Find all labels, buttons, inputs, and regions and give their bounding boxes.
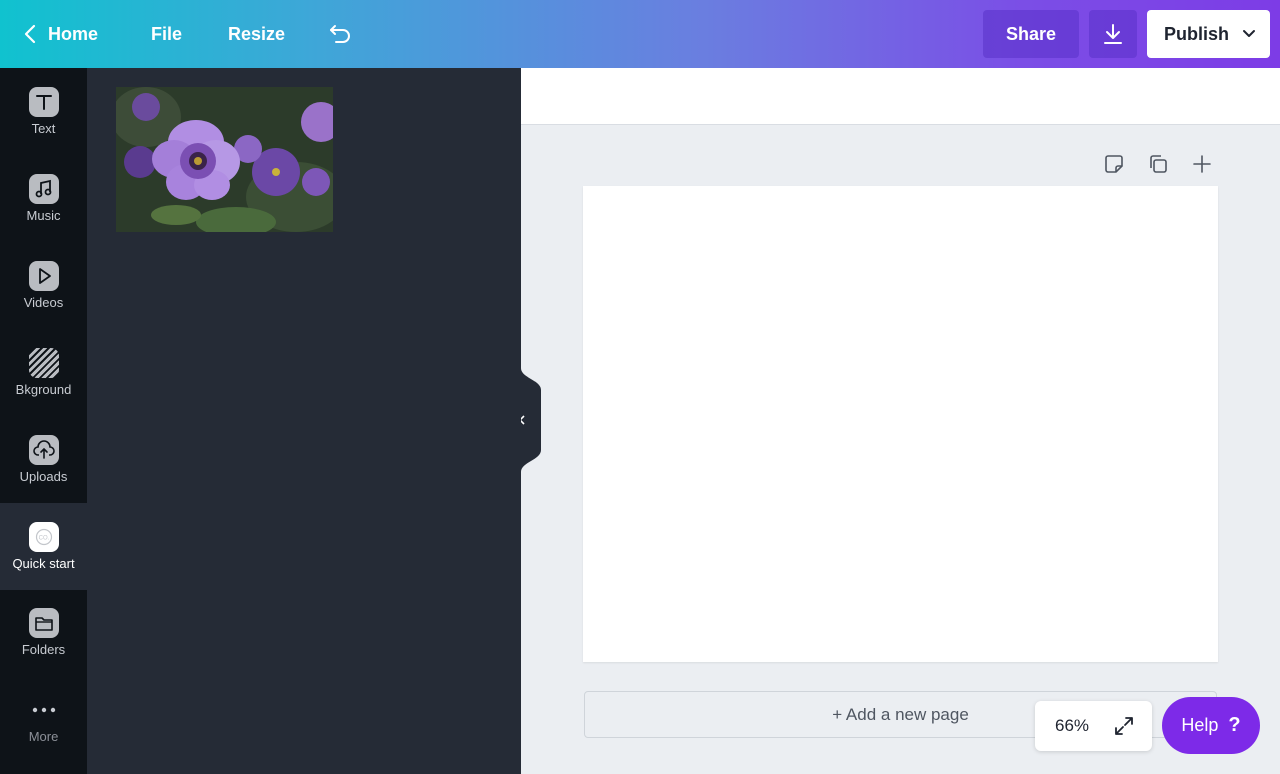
background-icon: [28, 348, 59, 378]
page-tools: [1100, 150, 1232, 178]
collapse-panel-button[interactable]: [518, 368, 541, 472]
undo-button[interactable]: [326, 20, 354, 48]
undo-icon: [330, 25, 350, 43]
sidebar-item-label: Quick start: [12, 556, 75, 571]
duplicate-page-button[interactable]: [1144, 150, 1172, 178]
publish-label: Publish: [1164, 23, 1230, 44]
fullscreen-button[interactable]: [1112, 714, 1136, 738]
video-icon: [28, 261, 59, 291]
plus-icon: [1193, 155, 1211, 173]
text-icon: [28, 87, 59, 117]
sidebar-item-label: Uploads: [19, 469, 68, 484]
home-button[interactable]: Home: [24, 0, 98, 68]
help-button[interactable]: Help ?: [1162, 697, 1260, 754]
sidebar-item-background[interactable]: Bkground: [0, 329, 87, 416]
file-label: File: [151, 23, 183, 44]
zoom-level[interactable]: 66%: [1055, 716, 1089, 736]
share-label: Share: [1005, 23, 1057, 44]
sidebar-item-label: Bkground: [15, 382, 72, 397]
sidebar-item-more[interactable]: More: [0, 676, 87, 763]
sidebar-item-label: Folders: [21, 642, 66, 657]
sidebar-item-label: Text: [31, 121, 56, 136]
add-page-plus-button[interactable]: [1188, 150, 1216, 178]
sidebar-item-videos[interactable]: Videos: [0, 242, 87, 329]
sidebar-item-quick-start[interactable]: CO. Quick start: [0, 503, 87, 590]
add-page-label: + Add a new page: [832, 704, 969, 724]
share-button[interactable]: Share: [983, 10, 1079, 58]
sidebar-item-text[interactable]: Text: [0, 68, 87, 155]
publish-button[interactable]: Publish: [1147, 10, 1270, 58]
note-icon: [1105, 155, 1123, 173]
svg-text:CO.: CO.: [38, 536, 49, 542]
help-label: Help: [1181, 715, 1219, 735]
quick-start-icon: CO.: [28, 522, 59, 552]
expand-icon: [1115, 717, 1133, 735]
sidebar-item-label: More: [28, 729, 59, 744]
add-note-button[interactable]: [1100, 150, 1128, 178]
quick-start-panel: [87, 68, 521, 774]
music-icon: [28, 174, 59, 204]
resize-button[interactable]: Resize: [228, 0, 285, 68]
file-menu-button[interactable]: File: [151, 0, 182, 68]
design-canvas-page[interactable]: [583, 186, 1218, 662]
flower-photo-thumbnail[interactable]: [116, 87, 333, 232]
sidebar-item-music[interactable]: Music: [0, 155, 87, 242]
question-icon: ?: [1228, 714, 1241, 736]
chevron-down-icon: [1243, 30, 1255, 37]
sidebar: Text Music Videos Bkground Uploads CO. Q…: [0, 68, 87, 774]
sidebar-item-label: Videos: [23, 295, 64, 310]
resize-label: Resize: [228, 23, 286, 44]
download-button[interactable]: [1089, 10, 1137, 58]
upload-icon: [28, 435, 59, 465]
chevron-left-icon: [24, 24, 36, 44]
sidebar-item-label: Music: [26, 208, 61, 223]
zoom-control: 66%: [1035, 701, 1152, 751]
sidebar-item-uploads[interactable]: Uploads: [0, 416, 87, 503]
copy-icon: [1150, 155, 1167, 173]
top-bar: Home File Resize Share Publish: [0, 0, 1280, 68]
sidebar-item-folders[interactable]: Folders: [0, 589, 87, 676]
folder-icon: [28, 608, 59, 638]
download-icon: [1104, 24, 1122, 44]
home-label: Home: [48, 23, 99, 44]
editor-toolbar: [521, 68, 1280, 125]
more-icon: [32, 695, 56, 725]
